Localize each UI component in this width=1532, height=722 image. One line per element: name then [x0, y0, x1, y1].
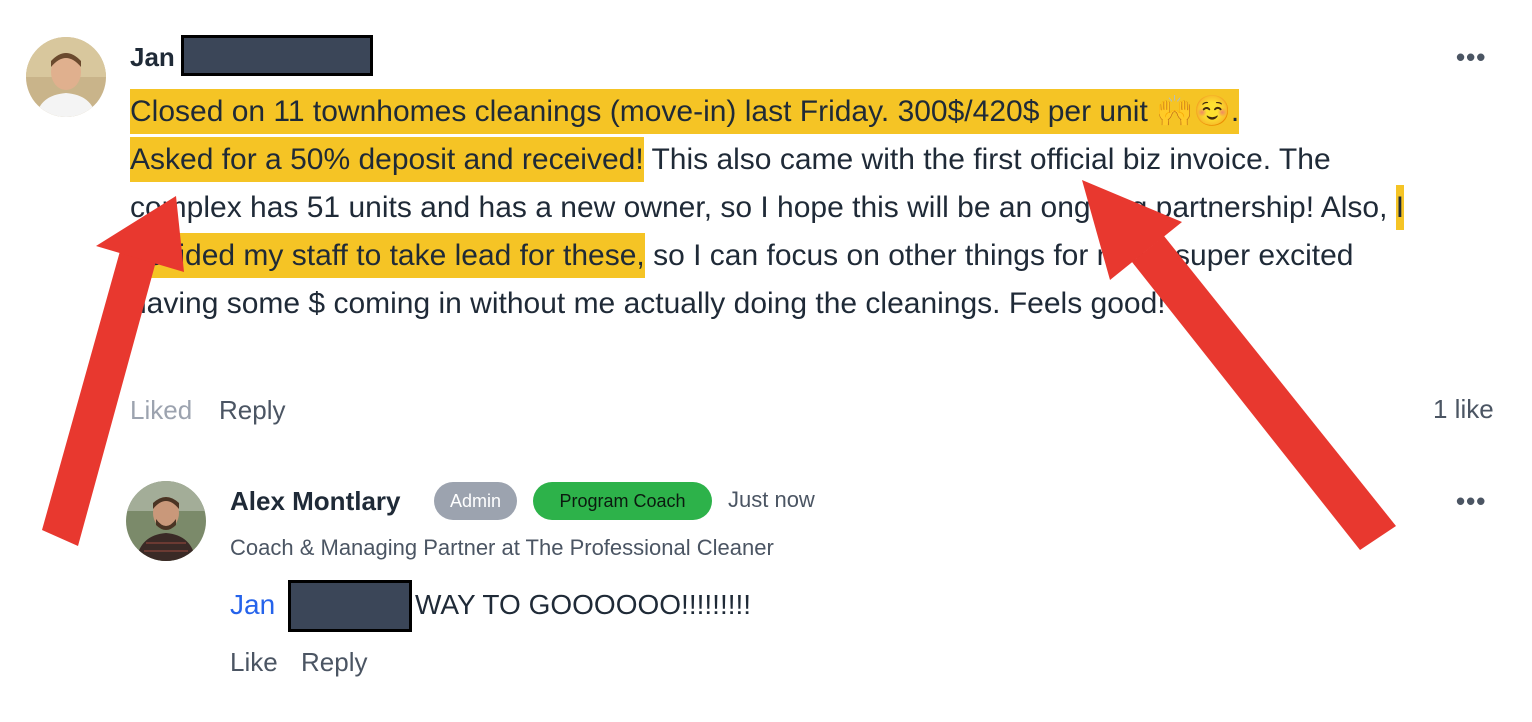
reply-author-name[interactable]: Alex Montlary: [230, 486, 401, 517]
post-author-avatar[interactable]: [26, 37, 106, 117]
reply-more-icon[interactable]: •••: [1456, 488, 1486, 514]
program-coach-badge: Program Coach: [533, 482, 712, 520]
reply-timestamp: Just now: [728, 487, 815, 512]
post-more-icon[interactable]: •••: [1456, 44, 1486, 70]
post-author-name[interactable]: Jan: [130, 42, 175, 73]
post-reply-button[interactable]: Reply: [219, 395, 285, 426]
post-highlight-2: Asked for a 50% deposit and received!: [130, 137, 644, 182]
reply-mention-redaction: [288, 580, 412, 632]
reply-body: WAY TO GOOOOOO!!!!!!!!!: [415, 589, 752, 620]
admin-badge: Admin: [434, 482, 517, 520]
mention-link[interactable]: Jan: [230, 589, 275, 620]
post-highlight-1: Closed on 11 townhomes cleanings (move-i…: [130, 89, 1240, 134]
post-body: Closed on 11 townhomes cleanings (move-i…: [130, 88, 1430, 328]
reply-author-avatar[interactable]: [126, 481, 206, 561]
reply-mention[interactable]: Jan: [230, 589, 275, 621]
post-liked-button[interactable]: Liked: [130, 395, 192, 426]
reply-like-button[interactable]: Like: [230, 647, 278, 678]
post-like-count[interactable]: 1 like: [1433, 394, 1494, 425]
post-author-redaction: [181, 35, 373, 76]
reply-author-subtitle: Coach & Managing Partner at The Professi…: [230, 535, 774, 560]
reply-reply-button[interactable]: Reply: [301, 647, 367, 678]
